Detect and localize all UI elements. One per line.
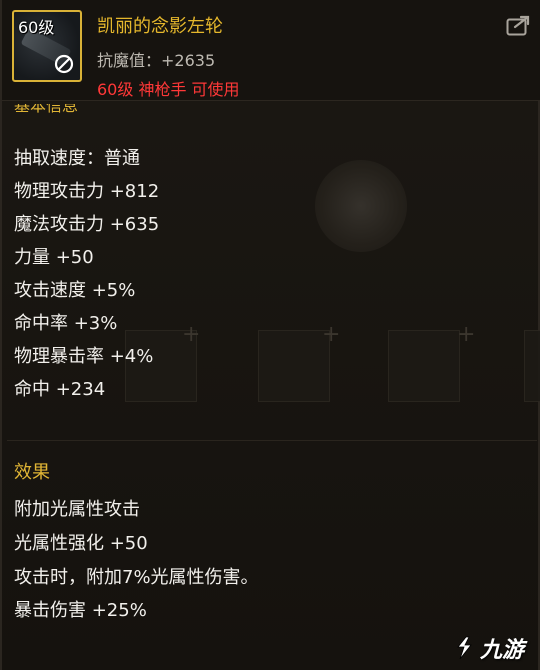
anti-magic-value: 抗魔值：+2635 [97, 51, 216, 70]
stat-line: 命中 +234 [14, 379, 106, 400]
effects-title: 效果 [14, 462, 50, 483]
stat-line: 物理暴击率 +4% [14, 346, 154, 367]
watermark-logo-icon [457, 636, 472, 660]
effect-line: 暴击伤害 +25% [14, 600, 147, 621]
basic-info-title-text: 基本信息 [14, 104, 79, 115]
no-entry-icon [54, 54, 74, 74]
divider [7, 440, 537, 441]
stat-line: 魔法攻击力 +635 [14, 214, 160, 235]
background-plus-icon: + [182, 322, 201, 347]
item-level-badge: 60级 [18, 18, 55, 37]
effect-line: 光属性强化 +50 [14, 533, 148, 554]
stat-line: 抽取速度：普通 [14, 148, 140, 169]
stat-line: 力量 +50 [14, 247, 94, 268]
background-slot [524, 330, 540, 402]
background-plus-icon: + [322, 322, 341, 347]
background-portrait [315, 160, 407, 252]
site-watermark: 九游 [452, 632, 524, 664]
background-slot [388, 330, 460, 402]
stat-line: 物理攻击力 +812 [14, 181, 160, 202]
basic-info-title: 基本信息 [14, 104, 78, 118]
watermark-text: 九游 [479, 638, 524, 663]
background-plus-icon: + [457, 322, 476, 347]
background-slot [258, 330, 330, 402]
effect-line: 攻击时，附加7%光属性伤害。 [14, 567, 259, 588]
item-tooltip-panel: + + + 60级 凯丽的念影左轮 抗魔值：+2635 60级 神枪手 可使用 … [0, 0, 540, 670]
effect-line: 附加光属性攻击 [14, 499, 140, 520]
stat-line: 攻击速度 +5% [14, 280, 136, 301]
revolver-icon[interactable]: 60级 [12, 10, 82, 82]
tooltip-header: 60级 凯丽的念影左轮 抗魔值：+2635 60级 神枪手 可使用 [2, 0, 540, 101]
equip-requirement: 60级 神枪手 可使用 [97, 80, 240, 99]
stat-line: 命中率 +3% [14, 313, 118, 334]
item-name: 凯丽的念影左轮 [97, 16, 223, 37]
share-icon[interactable] [506, 14, 532, 36]
